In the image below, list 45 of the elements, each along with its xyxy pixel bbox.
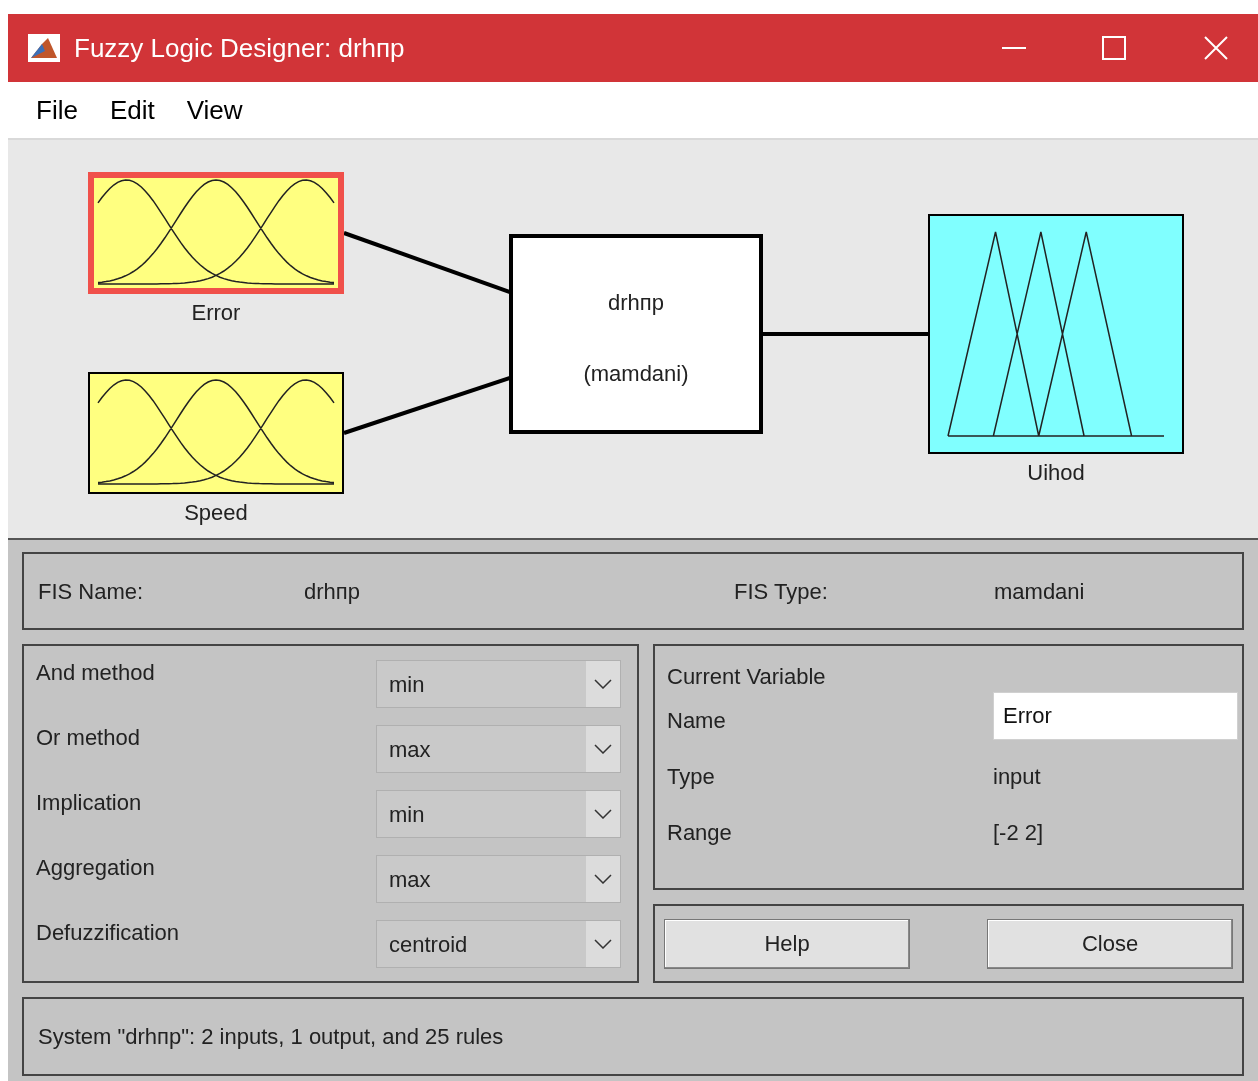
dialog-button[interactable]: Help bbox=[664, 918, 910, 969]
fis-type-label: FIS Type: bbox=[734, 577, 829, 606]
menu-item[interactable]: File bbox=[26, 90, 88, 130]
fis-type-value: mamdani bbox=[994, 577, 1085, 606]
menu-item[interactable]: View bbox=[176, 90, 253, 130]
field-value: input bbox=[993, 763, 1041, 791]
maximize-icon[interactable] bbox=[1102, 36, 1126, 60]
chevron-down-icon bbox=[594, 809, 612, 819]
variable-label: Speed bbox=[183, 499, 249, 527]
chevron-down-icon bbox=[594, 874, 612, 884]
status-text: System "drhпp": 2 inputs, 1 output, and 25 rules bbox=[38, 1023, 504, 1051]
method-label: Implication bbox=[36, 789, 143, 817]
method-label: Aggregation bbox=[36, 854, 156, 882]
chevron-down-icon bbox=[594, 744, 612, 754]
close-icon[interactable] bbox=[1204, 36, 1228, 60]
field-label: Name bbox=[667, 707, 727, 735]
field-label: Range bbox=[667, 819, 733, 847]
method-dropdown[interactable]: centroid bbox=[376, 920, 621, 968]
name-field[interactable]: Error bbox=[993, 692, 1238, 740]
system-node[interactable]: drhпp (mamdani) bbox=[509, 234, 763, 434]
input-variable-node[interactable] bbox=[88, 372, 344, 494]
output-variable-node[interactable] bbox=[928, 214, 1184, 454]
method-label: And method bbox=[36, 659, 156, 687]
app-icon bbox=[28, 34, 60, 62]
method-dropdown[interactable]: min bbox=[376, 790, 621, 838]
menu-item[interactable]: Edit bbox=[99, 90, 165, 130]
panel-title: Current Variable bbox=[667, 663, 827, 691]
system-name: drhпp bbox=[608, 289, 664, 317]
method-label: Defuzzification bbox=[36, 919, 181, 947]
chevron-down-icon bbox=[594, 939, 612, 949]
variable-label: Error bbox=[190, 299, 242, 327]
method-dropdown[interactable]: max bbox=[376, 725, 621, 773]
field-value: [-2 2] bbox=[993, 819, 1044, 847]
field-label: Type bbox=[667, 763, 716, 791]
system-type: (mamdani) bbox=[583, 360, 689, 388]
method-dropdown[interactable]: min bbox=[376, 660, 621, 708]
method-dropdown[interactable]: max bbox=[376, 855, 621, 903]
input-variable-node[interactable] bbox=[88, 172, 344, 294]
fis-name-label: FIS Name: bbox=[38, 577, 145, 606]
dialog-button[interactable]: Close bbox=[987, 918, 1233, 969]
chevron-down-icon bbox=[594, 679, 612, 689]
window-title: Fuzzy Logic Designer: drhпp bbox=[74, 31, 405, 65]
variable-label: Uihod bbox=[1026, 459, 1086, 487]
fis-name-value: drhпp bbox=[304, 577, 361, 606]
method-label: Or method bbox=[36, 724, 141, 752]
